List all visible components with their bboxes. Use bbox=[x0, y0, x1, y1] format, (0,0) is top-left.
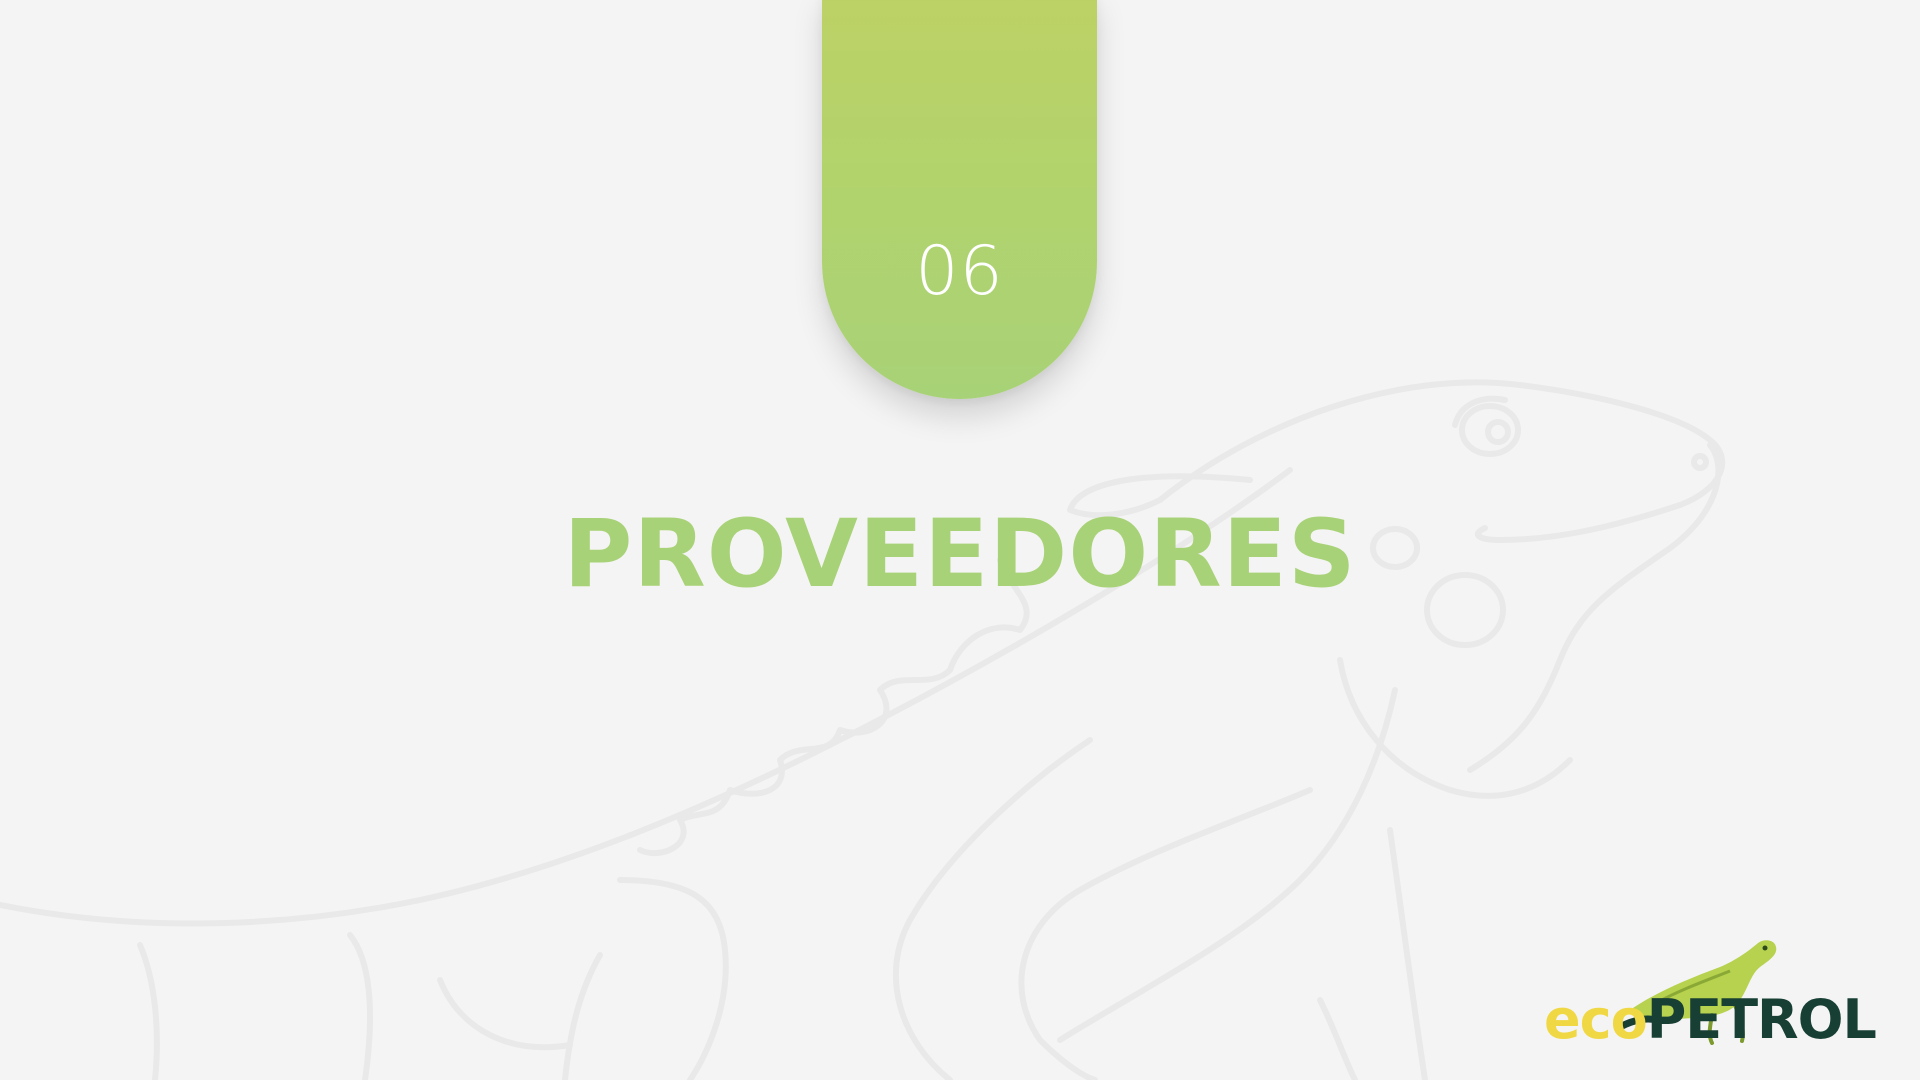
slide: 06 PROVEEDORES ecoPETROL bbox=[0, 0, 1920, 1080]
section-title: PROVEEDORES bbox=[563, 500, 1357, 609]
section-number: 06 bbox=[915, 232, 1004, 311]
ecopetrol-logo: ecoPETROL bbox=[1540, 935, 1880, 1060]
ecopetrol-wordmark: ecoPETROL bbox=[1544, 988, 1877, 1051]
section-number-tab bbox=[822, 0, 1097, 399]
